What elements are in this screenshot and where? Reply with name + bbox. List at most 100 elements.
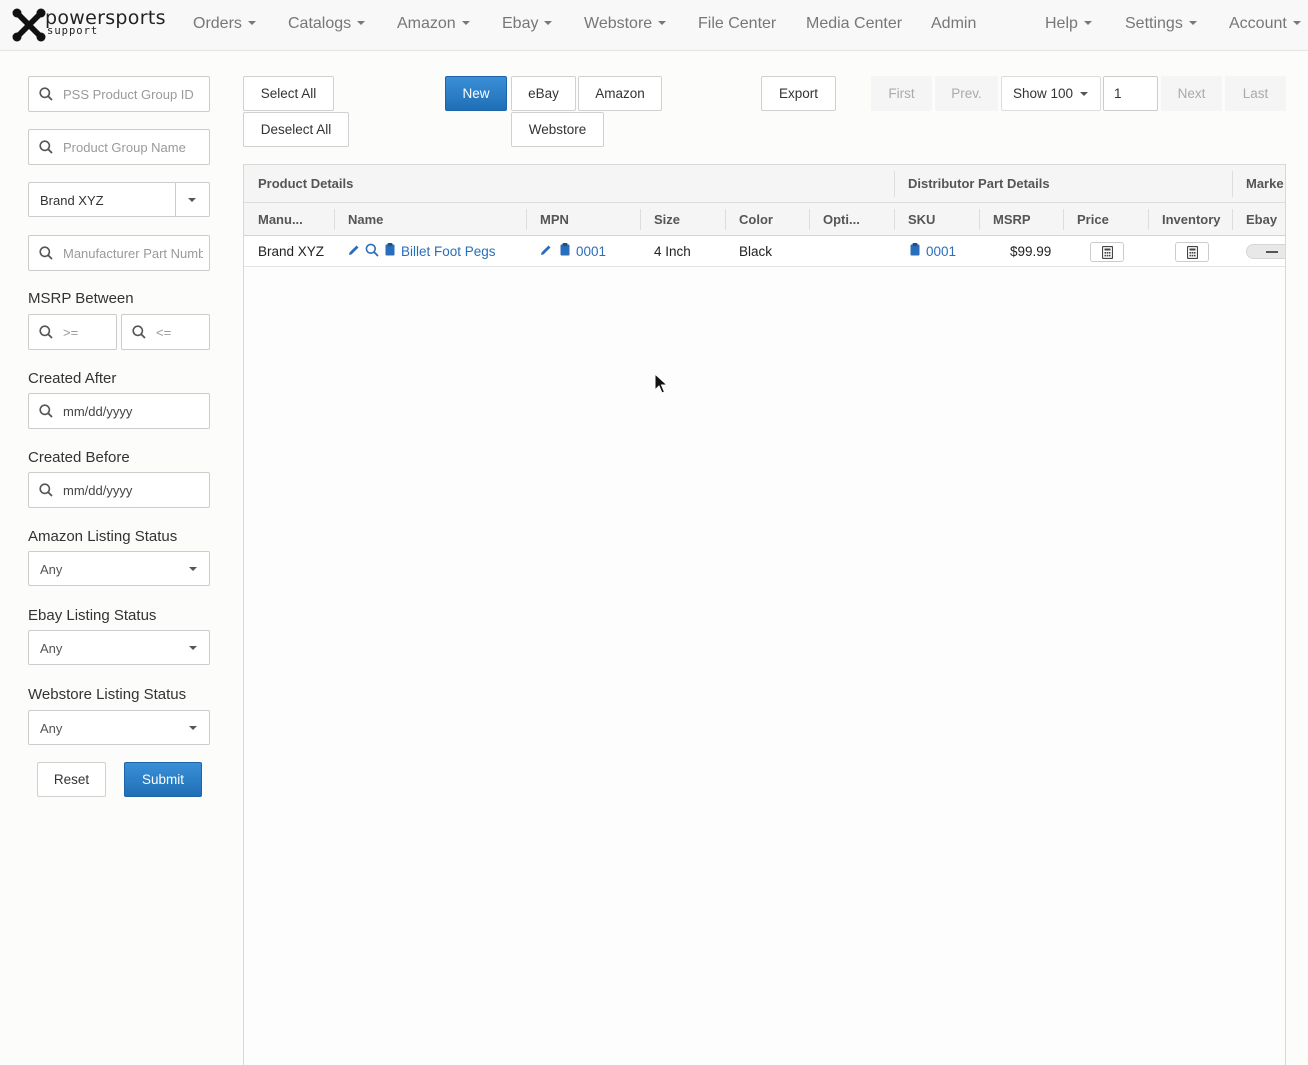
column-header[interactable]: Manu... (258, 212, 303, 227)
search-icon (39, 483, 53, 497)
top-navbar: powersports support Orders Catalogs Amazon… (0, 0, 1308, 51)
nav-orders[interactable]: Orders (193, 15, 256, 33)
select-all-button[interactable]: Select All (243, 76, 334, 111)
caret-down-icon (357, 20, 366, 25)
amazon-button[interactable]: Amazon (578, 76, 662, 111)
msrp-min-field[interactable] (28, 314, 117, 350)
product-group-id-field[interactable] (28, 76, 210, 112)
search-icon (39, 404, 53, 418)
mpn-input[interactable] (63, 236, 203, 270)
column-header[interactable]: Price (1077, 212, 1109, 227)
chevron-down-icon (189, 567, 197, 571)
chevron-down-icon (1080, 92, 1088, 96)
nav-admin[interactable]: Admin (931, 15, 976, 33)
deselect-all-button[interactable]: Deselect All (243, 112, 349, 147)
caret-down-icon (461, 20, 470, 25)
column-header[interactable]: Opti... (823, 212, 860, 227)
pencil-icon[interactable] (348, 244, 360, 256)
reset-button[interactable]: Reset (37, 762, 106, 797)
brand-select[interactable]: Brand XYZ (28, 182, 210, 217)
column-divider[interactable] (979, 209, 980, 230)
cell-name-link[interactable]: Billet Foot Pegs (401, 244, 496, 259)
created-before-label: Created Before (28, 449, 130, 466)
cell-color: Black (739, 244, 773, 259)
column-divider[interactable] (526, 209, 527, 230)
cell-manufacturer: Brand XYZ (258, 244, 325, 259)
created-after-input[interactable] (63, 394, 203, 428)
group-divider (894, 171, 895, 197)
product-group-id-input[interactable] (63, 77, 203, 111)
amazon-status-select[interactable]: Any (28, 551, 210, 586)
product-group-name-field[interactable] (28, 129, 210, 165)
msrp-max-input[interactable] (156, 315, 204, 349)
msrp-max-field[interactable] (121, 314, 210, 350)
clipboard-icon[interactable] (560, 243, 570, 256)
nav-label: Amazon (397, 15, 456, 32)
ebay-status-select[interactable]: Any (28, 630, 210, 665)
table-row[interactable]: Brand XYZ Billet Foot Pegs 0001 4 Inch B… (244, 236, 1285, 267)
mpn-field[interactable] (28, 235, 210, 271)
nav-help[interactable]: Help (1045, 15, 1092, 33)
nav-label: Ebay (502, 15, 539, 32)
created-before-input[interactable] (63, 473, 203, 507)
export-button[interactable]: Export (761, 76, 836, 111)
column-divider[interactable] (809, 209, 810, 230)
cell-mpn-link[interactable]: 0001 (576, 244, 606, 259)
nav-label: Settings (1125, 15, 1183, 32)
new-button[interactable]: New (445, 76, 507, 111)
column-divider[interactable] (894, 209, 895, 230)
cell-size: 4 Inch (654, 244, 691, 259)
nav-account[interactable]: Account (1229, 15, 1301, 33)
nav-ebay[interactable]: Ebay (502, 15, 553, 33)
column-header[interactable]: Ebay (1246, 212, 1277, 227)
created-after-field[interactable] (28, 393, 210, 429)
chevron-down-icon[interactable] (188, 198, 196, 202)
created-before-field[interactable] (28, 472, 210, 508)
inventory-calculator-button[interactable] (1175, 242, 1209, 262)
column-header[interactable]: Inventory (1162, 212, 1221, 227)
search-icon[interactable] (365, 243, 379, 257)
webstore-button[interactable]: Webstore (511, 112, 604, 147)
group-distributor-part-details: Distributor Part Details (908, 176, 1050, 191)
product-group-name-input[interactable] (63, 130, 203, 164)
nav-file-center[interactable]: File Center (698, 15, 776, 33)
column-header[interactable]: MPN (540, 212, 569, 227)
page-size-select[interactable]: Show 100 (1001, 76, 1101, 111)
first-page-button[interactable]: First (871, 76, 932, 111)
webstore-status-select[interactable]: Any (28, 710, 210, 745)
column-divider[interactable] (725, 209, 726, 230)
column-header[interactable]: Color (739, 212, 773, 227)
nav-amazon[interactable]: Amazon (397, 15, 470, 33)
column-header[interactable]: Size (654, 212, 680, 227)
column-divider[interactable] (1232, 209, 1233, 230)
nav-webstore[interactable]: Webstore (584, 15, 667, 33)
column-divider[interactable] (334, 209, 335, 230)
created-after-label: Created After (28, 370, 117, 387)
ebay-listing-toggle[interactable] (1246, 244, 1285, 259)
prev-page-button[interactable]: Prev. (935, 76, 998, 111)
next-page-button[interactable]: Next (1161, 76, 1222, 111)
pencil-icon[interactable] (540, 244, 552, 256)
brand-logo[interactable]: powersports support (10, 6, 165, 42)
column-divider[interactable] (640, 209, 641, 230)
msrp-min-input[interactable] (63, 315, 111, 349)
column-header[interactable]: MSRP (993, 212, 1031, 227)
page-number-input[interactable]: 1 (1103, 76, 1158, 111)
cell-sku-link[interactable]: 0001 (926, 244, 956, 259)
last-page-button[interactable]: Last (1225, 76, 1286, 111)
price-calculator-button[interactable] (1090, 242, 1124, 262)
column-header[interactable]: SKU (908, 212, 935, 227)
nav-media-center[interactable]: Media Center (806, 15, 902, 33)
column-divider[interactable] (1063, 209, 1064, 230)
nav-catalogs[interactable]: Catalogs (288, 15, 366, 33)
ebay-button[interactable]: eBay (511, 76, 576, 111)
submit-button[interactable]: Submit (124, 762, 202, 797)
clipboard-icon[interactable] (385, 243, 395, 256)
nav-settings[interactable]: Settings (1125, 15, 1197, 33)
column-header[interactable]: Name (348, 212, 383, 227)
calculator-icon (1102, 246, 1113, 259)
column-divider[interactable] (1148, 209, 1149, 230)
group-product-details: Product Details (258, 176, 354, 191)
clipboard-icon[interactable] (910, 243, 920, 256)
column-group-header: Product Details Distributor Part Details… (244, 165, 1285, 203)
